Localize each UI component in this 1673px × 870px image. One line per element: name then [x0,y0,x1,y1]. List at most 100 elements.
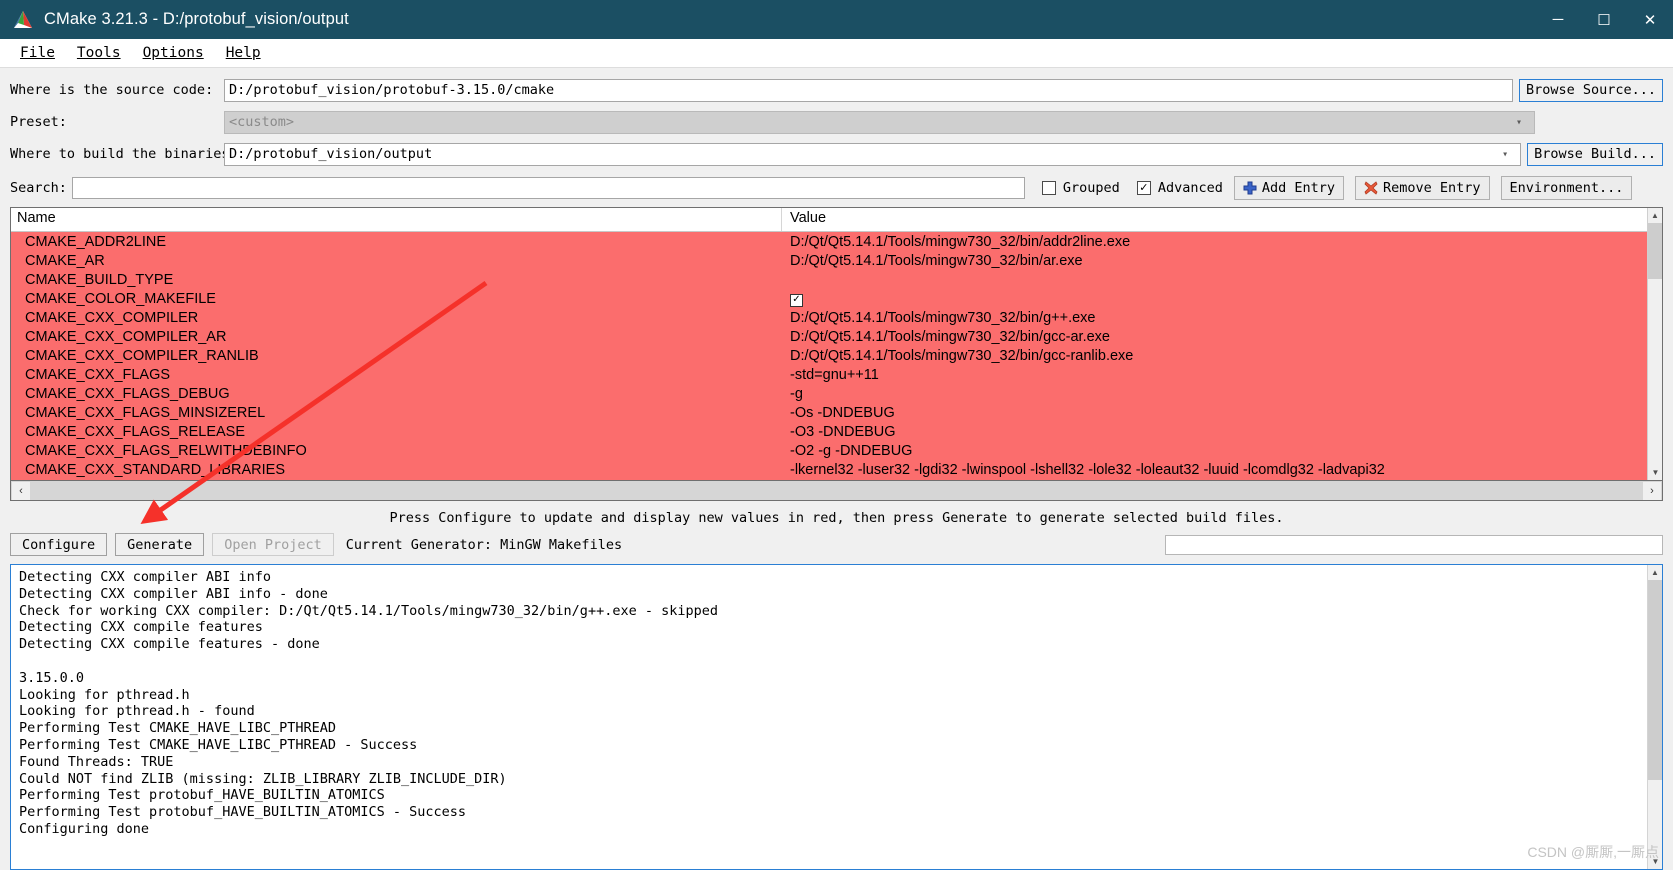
output-log[interactable]: Detecting CXX compiler ABI info Detectin… [10,564,1663,870]
cache-entry-checkbox[interactable]: ✓ [790,293,803,307]
table-row[interactable]: CMAKE_CXX_FLAGS_RELWITHDEBINFO -O2 -g -DN… [11,441,1662,460]
add-entry-button[interactable]: Add Entry [1233,176,1344,200]
log-vertical-scrollbar[interactable]: ▲ ▼ [1647,565,1662,869]
table-row[interactable]: CMAKE_CXX_FLAGS -std=gnu++11 [11,365,1662,384]
table-row[interactable]: CMAKE_AR D:/Qt/Qt5.14.1/Tools/mingw730_32… [11,251,1662,270]
column-header-value[interactable]: Value [781,208,1662,231]
log-scroll-up-icon[interactable]: ▲ [1648,565,1662,580]
log-text: Detecting CXX compiler ABI info Detectin… [19,569,718,837]
scroll-thumb[interactable] [1648,223,1662,279]
cache-entry-value[interactable]: D:/Qt/Qt5.14.1/Tools/mingw730_32/bin/ar.… [781,253,1662,269]
plus-icon [1243,181,1257,195]
add-entry-label: Add Entry [1261,180,1335,196]
advanced-checkbox-box[interactable]: ✓ [1136,181,1151,195]
menu-tools[interactable]: Tools [66,42,132,64]
table-row[interactable]: CMAKE_CXX_FLAGS_RELEASE -O3 -DNDEBUG [11,422,1662,441]
environment-button[interactable]: Environment... [1500,176,1633,200]
cache-entry-value[interactable]: D:/Qt/Qt5.14.1/Tools/mingw730_32/bin/gcc… [781,348,1662,364]
watermark-text: CSDN @厮厮,一厮点 [1527,844,1659,860]
menu-help[interactable]: Help [215,42,272,64]
cache-entry-name: CMAKE_CXX_FLAGS_MINSIZEREL [25,404,266,421]
table-row[interactable]: CMAKE_COLOR_MAKEFILE ✓ [11,289,1662,308]
preset-value: <custom> [229,114,295,130]
source-row: Where is the source code: D:/protobuf_vi… [10,76,1663,104]
advanced-checkbox[interactable]: ✓ Advanced [1136,180,1223,196]
scroll-right-icon[interactable]: › [1643,481,1661,500]
cache-entry-name: CMAKE_COLOR_MAKEFILE [25,290,216,307]
menu-file[interactable]: File [9,42,66,64]
search-label: Search: [10,180,67,196]
table-vertical-scrollbar[interactable]: ▲ ▼ [1647,208,1662,480]
action-toolbar: Configure Generate Open Project Current … [10,533,1663,556]
generate-label: Generate [127,536,193,553]
environment-label: Environment... [1509,180,1624,196]
source-input[interactable]: D:/protobuf_vision/protobuf-3.15.0/cmake [224,78,1513,102]
menu-options-label: Options [142,45,204,61]
cache-entry-name: CMAKE_CXX_FLAGS_DEBUG [25,385,230,402]
cache-entry-value[interactable]: -O2 -g -DNDEBUG [781,443,1662,459]
table-row[interactable]: CMAKE_CXX_FLAGS_MINSIZEREL -Os -DNDEBUG [11,403,1662,422]
cache-entry-name: CMAKE_CXX_FLAGS_RELEASE [25,423,246,440]
preset-row: Preset: <custom> ▾ [10,108,1663,136]
preset-label: Preset: [10,114,67,130]
open-project-button: Open Project [212,533,334,556]
table-row[interactable]: CMAKE_CXX_STANDARD_LIBRARIES -lkernel32 -… [11,460,1662,479]
browse-build-button[interactable]: Browse Build... [1527,142,1663,166]
configure-label: Configure [22,536,96,553]
table-row[interactable]: CMAKE_BUILD_TYPE [11,270,1662,289]
open-project-label: Open Project [224,536,322,553]
search-input[interactable] [71,177,1025,199]
source-label: Where is the source code: [10,82,214,98]
grouped-label: Grouped [1062,180,1120,196]
cache-entry-name: CMAKE_ADDR2LINE [25,233,167,250]
cache-entry-value[interactable]: -g [781,386,1662,402]
cache-entry-name: CMAKE_CXX_FLAGS [25,366,171,383]
table-header: Name Value [11,208,1662,232]
cache-entry-name: CMAKE_AR [25,252,105,269]
generate-button[interactable]: Generate [115,533,205,556]
log-scroll-thumb[interactable] [1648,580,1662,780]
scroll-up-icon[interactable]: ▲ [1648,208,1662,223]
table-row[interactable]: CMAKE_ADDR2LINE D:/Qt/Qt5.14.1/Tools/ming… [11,232,1662,251]
cache-entry-value[interactable]: -O3 -DNDEBUG [781,424,1662,440]
minimize-button[interactable]: ─ [1535,0,1581,39]
table-row[interactable]: CMAKE_CXX_COMPILER_AR D:/Qt/Qt5.14.1/Tool… [11,327,1662,346]
cache-entry-name: CMAKE_CXX_COMPILER_AR [25,328,227,345]
cmake-logo-icon [12,9,34,31]
hint-text: Press Configure to update and display ne… [389,510,1284,526]
cache-entry-value[interactable]: D:/Qt/Qt5.14.1/Tools/mingw730_32/bin/gcc… [781,329,1662,345]
chevron-down-icon: ▾ [1515,116,1523,128]
table-row[interactable]: CMAKE_CXX_COMPILER D:/Qt/Qt5.14.1/Tools/m… [11,308,1662,327]
cache-entry-value[interactable]: D:/Qt/Qt5.14.1/Tools/mingw730_32/bin/add… [781,234,1662,250]
build-input[interactable]: D:/protobuf_vision/output ▾ [224,142,1522,166]
cache-entry-value[interactable]: ✓ [781,290,1662,307]
grouped-checkbox-box[interactable] [1041,181,1056,195]
table-row[interactable]: CMAKE_CXX_FLAGS_DEBUG -g [11,384,1662,403]
preset-select[interactable]: <custom> ▾ [224,110,1535,134]
maximize-button[interactable]: ☐ [1581,0,1627,39]
cache-entry-name: CMAKE_CXX_FLAGS_RELWITHDEBINFO [25,442,307,459]
cache-entry-value[interactable]: -Os -DNDEBUG [781,405,1662,421]
column-header-name[interactable]: Name [11,208,781,231]
window-controls: ─ ☐ ✕ [1535,0,1673,39]
menu-options[interactable]: Options [132,42,215,64]
scroll-left-icon[interactable]: ‹ [12,481,30,500]
grouped-checkbox[interactable]: Grouped [1041,180,1120,196]
cache-entry-value[interactable]: D:/Qt/Qt5.14.1/Tools/mingw730_32/bin/g++… [781,310,1662,326]
cache-entry-name: CMAKE_CXX_COMPILER_RANLIB [25,347,259,364]
scroll-down-icon[interactable]: ▼ [1648,465,1662,480]
close-button[interactable]: ✕ [1627,0,1673,39]
cache-entry-value[interactable]: -lkernel32 -luser32 -lgdi32 -lwinspool -… [781,462,1662,478]
remove-entry-button[interactable]: Remove Entry [1355,176,1490,200]
table-horizontal-scrollbar[interactable]: ‹ › [10,481,1663,501]
configure-button[interactable]: Configure [10,533,108,556]
remove-entry-label: Remove Entry [1383,180,1481,196]
current-generator-label: Current Generator: MinGW Makefiles [345,536,623,553]
cache-entry-name: CMAKE_CXX_COMPILER [25,309,199,326]
table-row[interactable]: CMAKE_CXX_COMPILER_RANLIB D:/Qt/Qt5.14.1/… [11,346,1662,365]
cache-entry-value[interactable]: -std=gnu++11 [781,367,1662,383]
build-row: Where to build the binaries: D:/protobuf… [10,140,1663,168]
browse-source-button[interactable]: Browse Source... [1518,78,1663,102]
remove-x-icon [1364,181,1378,195]
cache-table: Name Value CMAKE_ADDR2LINE D:/Qt/Qt5.14.1… [10,207,1663,481]
